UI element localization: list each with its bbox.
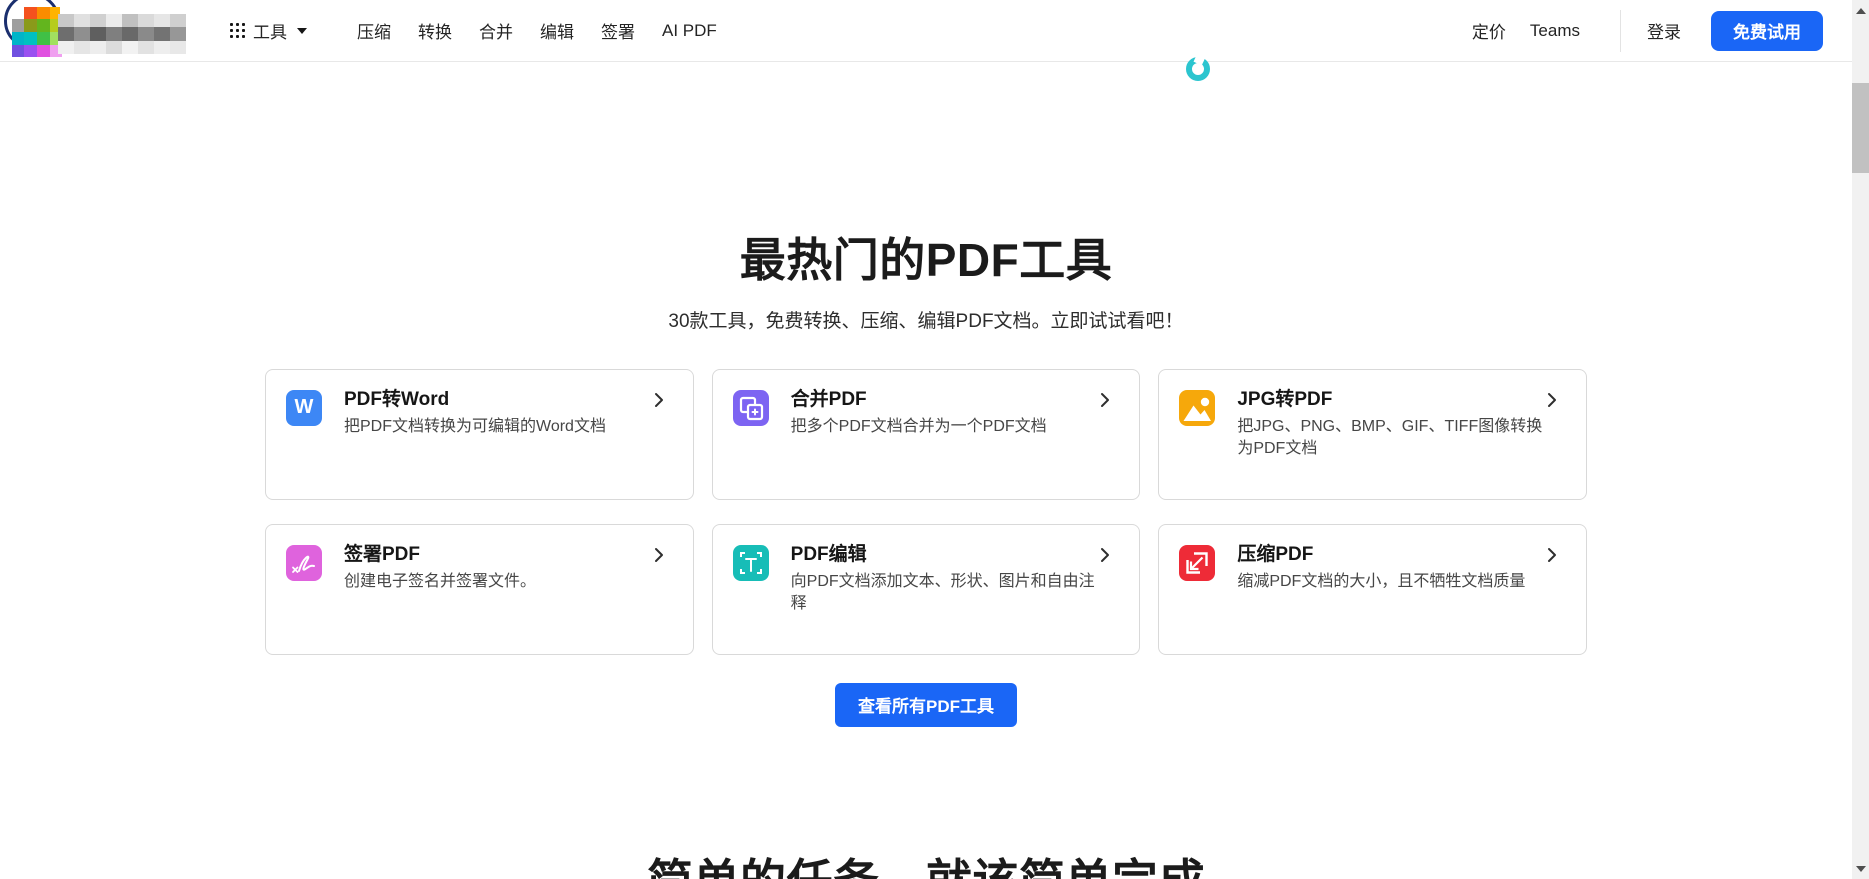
next-section-title: 简单的任务，就该简单完成 [0, 845, 1852, 879]
card-description: 创建电子签名并签署文件。 [344, 572, 537, 590]
merge-icon [732, 389, 769, 426]
card-title: JPG转PDF [1237, 388, 1333, 410]
tool-card-merge-pdf[interactable]: 合并PDF 把多个PDF文档合并为一个PDF文档 [711, 368, 1141, 500]
app-logo[interactable] [4, 0, 188, 57]
scroll-up-button[interactable] [1852, 2, 1869, 19]
chevron-right-icon [1097, 547, 1113, 568]
nav-item-convert[interactable]: 转换 [418, 18, 452, 43]
nav-tools-menu[interactable]: 工具 [230, 18, 307, 43]
signature-icon [286, 544, 322, 581]
tool-card-sign-pdf[interactable]: 签署PDF 创建电子签名并签署文件。 [265, 523, 694, 655]
nav-item-merge[interactable]: 合并 [479, 18, 513, 43]
word-icon: W [286, 389, 322, 426]
card-title: 压缩PDF [1237, 543, 1314, 565]
secondary-nav: 定价 Teams 登录 免费试用 [1472, 9, 1823, 52]
logo-pixelated-text [58, 13, 186, 54]
nav-divider [1620, 9, 1621, 52]
nav-tools-label: 工具 [253, 23, 287, 42]
card-description: 把JPG、PNG、BMP、GIF、TIFF图像转换为PDF文档 [1237, 417, 1543, 457]
card-description: 把PDF文档转换为可编辑的Word文档 [344, 417, 606, 435]
chevron-right-icon [651, 547, 667, 568]
tool-card-compress-pdf[interactable]: 压缩PDF 缩减PDF文档的大小，且不牺牲文档质量 [1158, 523, 1587, 655]
tool-card-pdf-to-word[interactable]: W PDF转Word 把PDF文档转换为可编辑的Word文档 [265, 368, 694, 500]
chevron-right-icon [651, 392, 667, 413]
card-title: 合并PDF [790, 388, 867, 410]
chevron-down-icon [297, 27, 307, 34]
top-navigation-bar: 工具 压缩 转换 合并 编辑 签署 AI PDF 定价 Teams 登录 免费试… [0, 0, 1869, 62]
card-title: 签署PDF [344, 543, 421, 565]
free-trial-button[interactable]: 免费试用 [1711, 10, 1823, 51]
nav-item-ai-pdf[interactable]: AI PDF [662, 21, 717, 41]
grid-menu-icon [230, 23, 245, 38]
page-title: 最热门的PDF工具 [739, 234, 1113, 286]
login-link[interactable]: 登录 [1647, 18, 1681, 43]
page-subtitle: 30款工具，免费转换、压缩、编辑PDF文档。立即试试看吧！ [668, 310, 1184, 332]
main-content: 最热门的PDF工具 30款工具，免费转换、压缩、编辑PDF文档。立即试试看吧！ … [0, 232, 1852, 879]
scrollbar-thumb[interactable] [1852, 83, 1869, 173]
chevron-right-icon [1544, 392, 1560, 413]
primary-nav: 工具 压缩 转换 合并 编辑 签署 AI PDF [230, 18, 717, 43]
view-all-tools-button[interactable]: 查看所有PDF工具 [835, 682, 1017, 727]
loading-spinner [1186, 57, 1210, 81]
image-icon [1179, 389, 1216, 426]
scroll-down-button[interactable] [1852, 860, 1869, 877]
card-title: PDF转Word [344, 388, 450, 410]
nav-item-compress[interactable]: 压缩 [357, 18, 391, 43]
card-title: PDF编辑 [790, 543, 867, 565]
nav-item-sign[interactable]: 签署 [601, 18, 635, 43]
card-description: 缩减PDF文档的大小，且不牺牲文档质量 [1237, 572, 1526, 590]
vertical-scrollbar[interactable] [1852, 0, 1869, 879]
logo-pixelated-icon [12, 6, 62, 57]
nav-item-teams[interactable]: Teams [1530, 21, 1580, 41]
chevron-right-icon [1097, 392, 1113, 413]
card-description: 把多个PDF文档合并为一个PDF文档 [790, 417, 1047, 435]
nav-item-edit[interactable]: 编辑 [540, 18, 574, 43]
tool-card-edit-pdf[interactable]: PDF编辑 向PDF文档添加文本、形状、图片和自由注释 [711, 523, 1141, 655]
compress-icon [1179, 544, 1216, 581]
tool-card-grid: W PDF转Word 把PDF文档转换为可编辑的Word文档 合并PDF 把多个… [265, 368, 1587, 655]
tool-card-jpg-to-pdf[interactable]: JPG转PDF 把JPG、PNG、BMP、GIF、TIFF图像转换为PDF文档 [1158, 368, 1587, 500]
nav-item-pricing[interactable]: 定价 [1472, 18, 1506, 43]
text-edit-icon [732, 544, 769, 581]
card-description: 向PDF文档添加文本、形状、图片和自由注释 [790, 572, 1095, 612]
chevron-right-icon [1544, 547, 1560, 568]
